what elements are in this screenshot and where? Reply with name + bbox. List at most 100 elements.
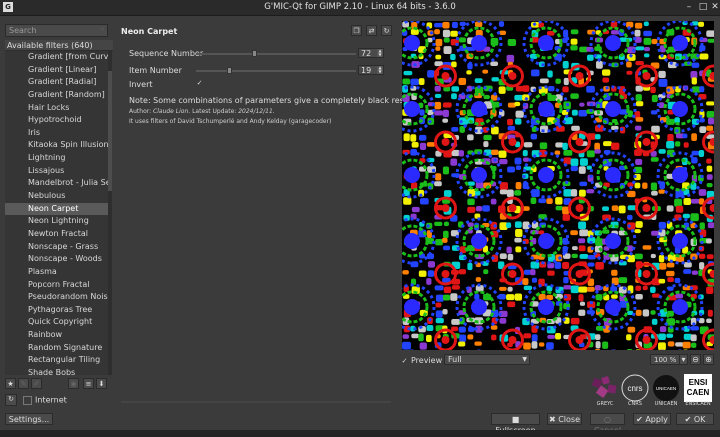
apply-label: Apply <box>645 415 668 424</box>
reset-params-icon[interactable]: ↻ <box>381 25 392 36</box>
filter-list-item[interactable]: Quick Copyright <box>5 316 112 329</box>
filter-list-item[interactable]: Lightning <box>5 152 112 165</box>
zoom-dropdown-icon[interactable]: ▾ <box>679 354 688 365</box>
filter-list-item[interactable]: Iris <box>5 127 112 140</box>
filter-list-item[interactable]: Mandelbrot - Julia Sets <box>5 177 112 190</box>
filter-list-item[interactable]: Nonscape - Grass <box>5 241 112 254</box>
settings-button[interactable]: Settings... <box>5 413 53 425</box>
refresh-icon[interactable]: ↻ <box>5 394 17 406</box>
filter-title: Neon Carpet <box>121 27 178 36</box>
fullscreen-button[interactable]: ■ Fullscreen <box>491 413 540 435</box>
filter-list-item[interactable]: Random Signature <box>5 342 112 355</box>
spin-arrows-icon[interactable]: ▲ ▼ <box>377 66 383 74</box>
filter-list-item[interactable]: Gradient [from Curve] <box>5 51 112 64</box>
cnrs-logo-text: cnrs <box>627 384 642 393</box>
filters-list[interactable]: Gradient [from Curve] Gradient [Linear] Gr… <box>5 51 112 375</box>
ok-label: OK <box>693 415 706 424</box>
internet-label: Internet <box>35 395 67 405</box>
remove-favorite-icon[interactable]: ✎ <box>18 378 29 389</box>
filter-list-item[interactable]: Newton Fractal <box>5 228 112 241</box>
sequence-slider-handle[interactable] <box>251 50 257 57</box>
filter-list-item[interactable]: Pseudorandom Noise <box>5 291 112 304</box>
cnrs-logo: cnrs <box>621 374 649 402</box>
fullscreen-icon: ■ <box>511 415 520 424</box>
filter-list-item[interactable]: Gradient [Radial] <box>5 76 112 89</box>
sequence-number-spinbox[interactable]: 72 ▲ ▼ <box>358 48 384 58</box>
sequence-number-label: Sequence Number <box>129 49 204 58</box>
unicaen-logo-text: UNICAEN <box>656 386 676 391</box>
preview-toggle[interactable]: ✓ Preview <box>401 356 443 365</box>
cancel-icon: ○ <box>604 415 611 424</box>
visibility-icon[interactable]: ◉ <box>68 378 79 389</box>
item-slider-handle[interactable] <box>227 67 232 74</box>
rename-favorite-icon[interactable]: ✐ <box>31 378 42 389</box>
add-favorite-icon[interactable]: ★ <box>5 378 16 389</box>
panel-splitter[interactable] <box>121 401 391 403</box>
unicaen-logo: UNICAEN <box>653 375 679 401</box>
preview-image[interactable] <box>402 21 714 350</box>
window-bottom-edge <box>0 430 720 437</box>
author-suffix: . Latest Update: <box>188 108 239 115</box>
filter-list-item[interactable]: Hypotrochoid <box>5 114 112 127</box>
invert-checkbox[interactable]: ✓ <box>196 80 203 87</box>
scrollbar-thumb[interactable] <box>108 71 112 191</box>
minimize-icon[interactable]: – <box>683 1 695 13</box>
search-input[interactable]: Search <box>5 24 108 37</box>
filter-list-item[interactable]: Neon Lightning <box>5 215 112 228</box>
close-window-icon[interactable]: ✕ <box>709 1 720 13</box>
cnrs-caption: CNRS <box>628 401 642 407</box>
search-clear-icon[interactable]: ◦ <box>100 25 105 34</box>
caen-logo-text: CAEN <box>687 388 710 397</box>
filter-list-item[interactable]: Nonscape - Woods <box>5 253 112 266</box>
apply-icon: ✔ <box>636 415 643 424</box>
filter-list-item[interactable]: Rectangular Tiling <box>5 354 112 367</box>
item-number-value: 19 <box>361 66 372 75</box>
filter-note: Note: Some combinations of parameters gi… <box>129 96 415 105</box>
filter-list-item[interactable]: Kitaoka Spin Illusion <box>5 139 112 152</box>
download-icon[interactable]: ⬇ <box>96 378 107 389</box>
filter-list-item[interactable]: Shade Bobs <box>5 367 112 375</box>
preview-checkbox[interactable]: ✓ <box>401 358 408 365</box>
ok-button[interactable]: ✔ OK <box>676 413 714 425</box>
author-line: Author: Claude Lion. Latest Update: 2024… <box>129 108 275 115</box>
filter-list-item[interactable]: Nebulous <box>5 190 112 203</box>
spin-arrows-icon[interactable]: ▲ ▼ <box>377 49 383 57</box>
filter-list-item[interactable]: Popcorn Fractal <box>5 279 112 292</box>
filters-tree-header[interactable]: Available filters (640) <box>5 40 113 51</box>
random-params-icon[interactable]: ⇄ <box>366 25 377 36</box>
filter-list-item[interactable]: Rainbow <box>5 329 112 342</box>
filter-list-item[interactable]: Neon Carpet <box>5 202 112 216</box>
window-title: G'MIC-Qt for GIMP 2.10 - Linux 64 bits -… <box>264 2 456 12</box>
invert-label: Invert <box>129 80 153 89</box>
internet-checkbox[interactable] <box>23 395 32 405</box>
preview-mode-select[interactable]: Full ▼ <box>444 354 530 365</box>
close-icon: ✖ <box>548 415 556 424</box>
update-date: 2024/12/11 <box>238 108 273 115</box>
close-button[interactable]: ✖ Close <box>547 413 582 425</box>
ensicaen-caption: ENSICAEN <box>685 401 711 407</box>
copy-icon[interactable]: ❐ <box>351 25 362 36</box>
maximize-icon[interactable]: □ <box>697 1 709 13</box>
filters-scrollbar[interactable] <box>108 51 112 375</box>
filter-list-item[interactable]: Pythagoras Tree <box>5 304 112 317</box>
filter-list-item[interactable]: Lissajous <box>5 165 112 178</box>
credits-line: It uses filters of David Tschumperlé and… <box>129 118 332 125</box>
ok-icon: ✔ <box>684 415 692 424</box>
filter-list-item[interactable]: Plasma <box>5 266 112 279</box>
sequence-number-slider[interactable] <box>196 50 356 57</box>
filter-list-item[interactable]: Hair Locks <box>5 102 112 115</box>
filter-list-item[interactable]: Gradient [Random] <box>5 89 112 102</box>
cancel-button[interactable]: ○ Cancel <box>590 413 625 435</box>
item-number-slider[interactable] <box>196 67 356 74</box>
expand-collapse-icon[interactable]: ≡ <box>83 378 94 389</box>
zoom-in-icon[interactable]: ⊕ <box>703 354 714 365</box>
neon-carpet-pattern <box>402 21 714 350</box>
chevron-down-icon: ▼ <box>522 356 527 363</box>
author-prefix: Author: <box>129 108 154 115</box>
zoom-out-icon[interactable]: ⊖ <box>690 354 701 365</box>
internet-row: ↻ Internet <box>5 394 67 406</box>
filter-list-item[interactable]: Gradient [Linear] <box>5 64 112 77</box>
unicaen-caption: UNICAEN <box>654 401 678 407</box>
apply-button[interactable]: ✔ Apply <box>633 413 671 425</box>
item-number-spinbox[interactable]: 19 ▲ ▼ <box>358 65 384 75</box>
